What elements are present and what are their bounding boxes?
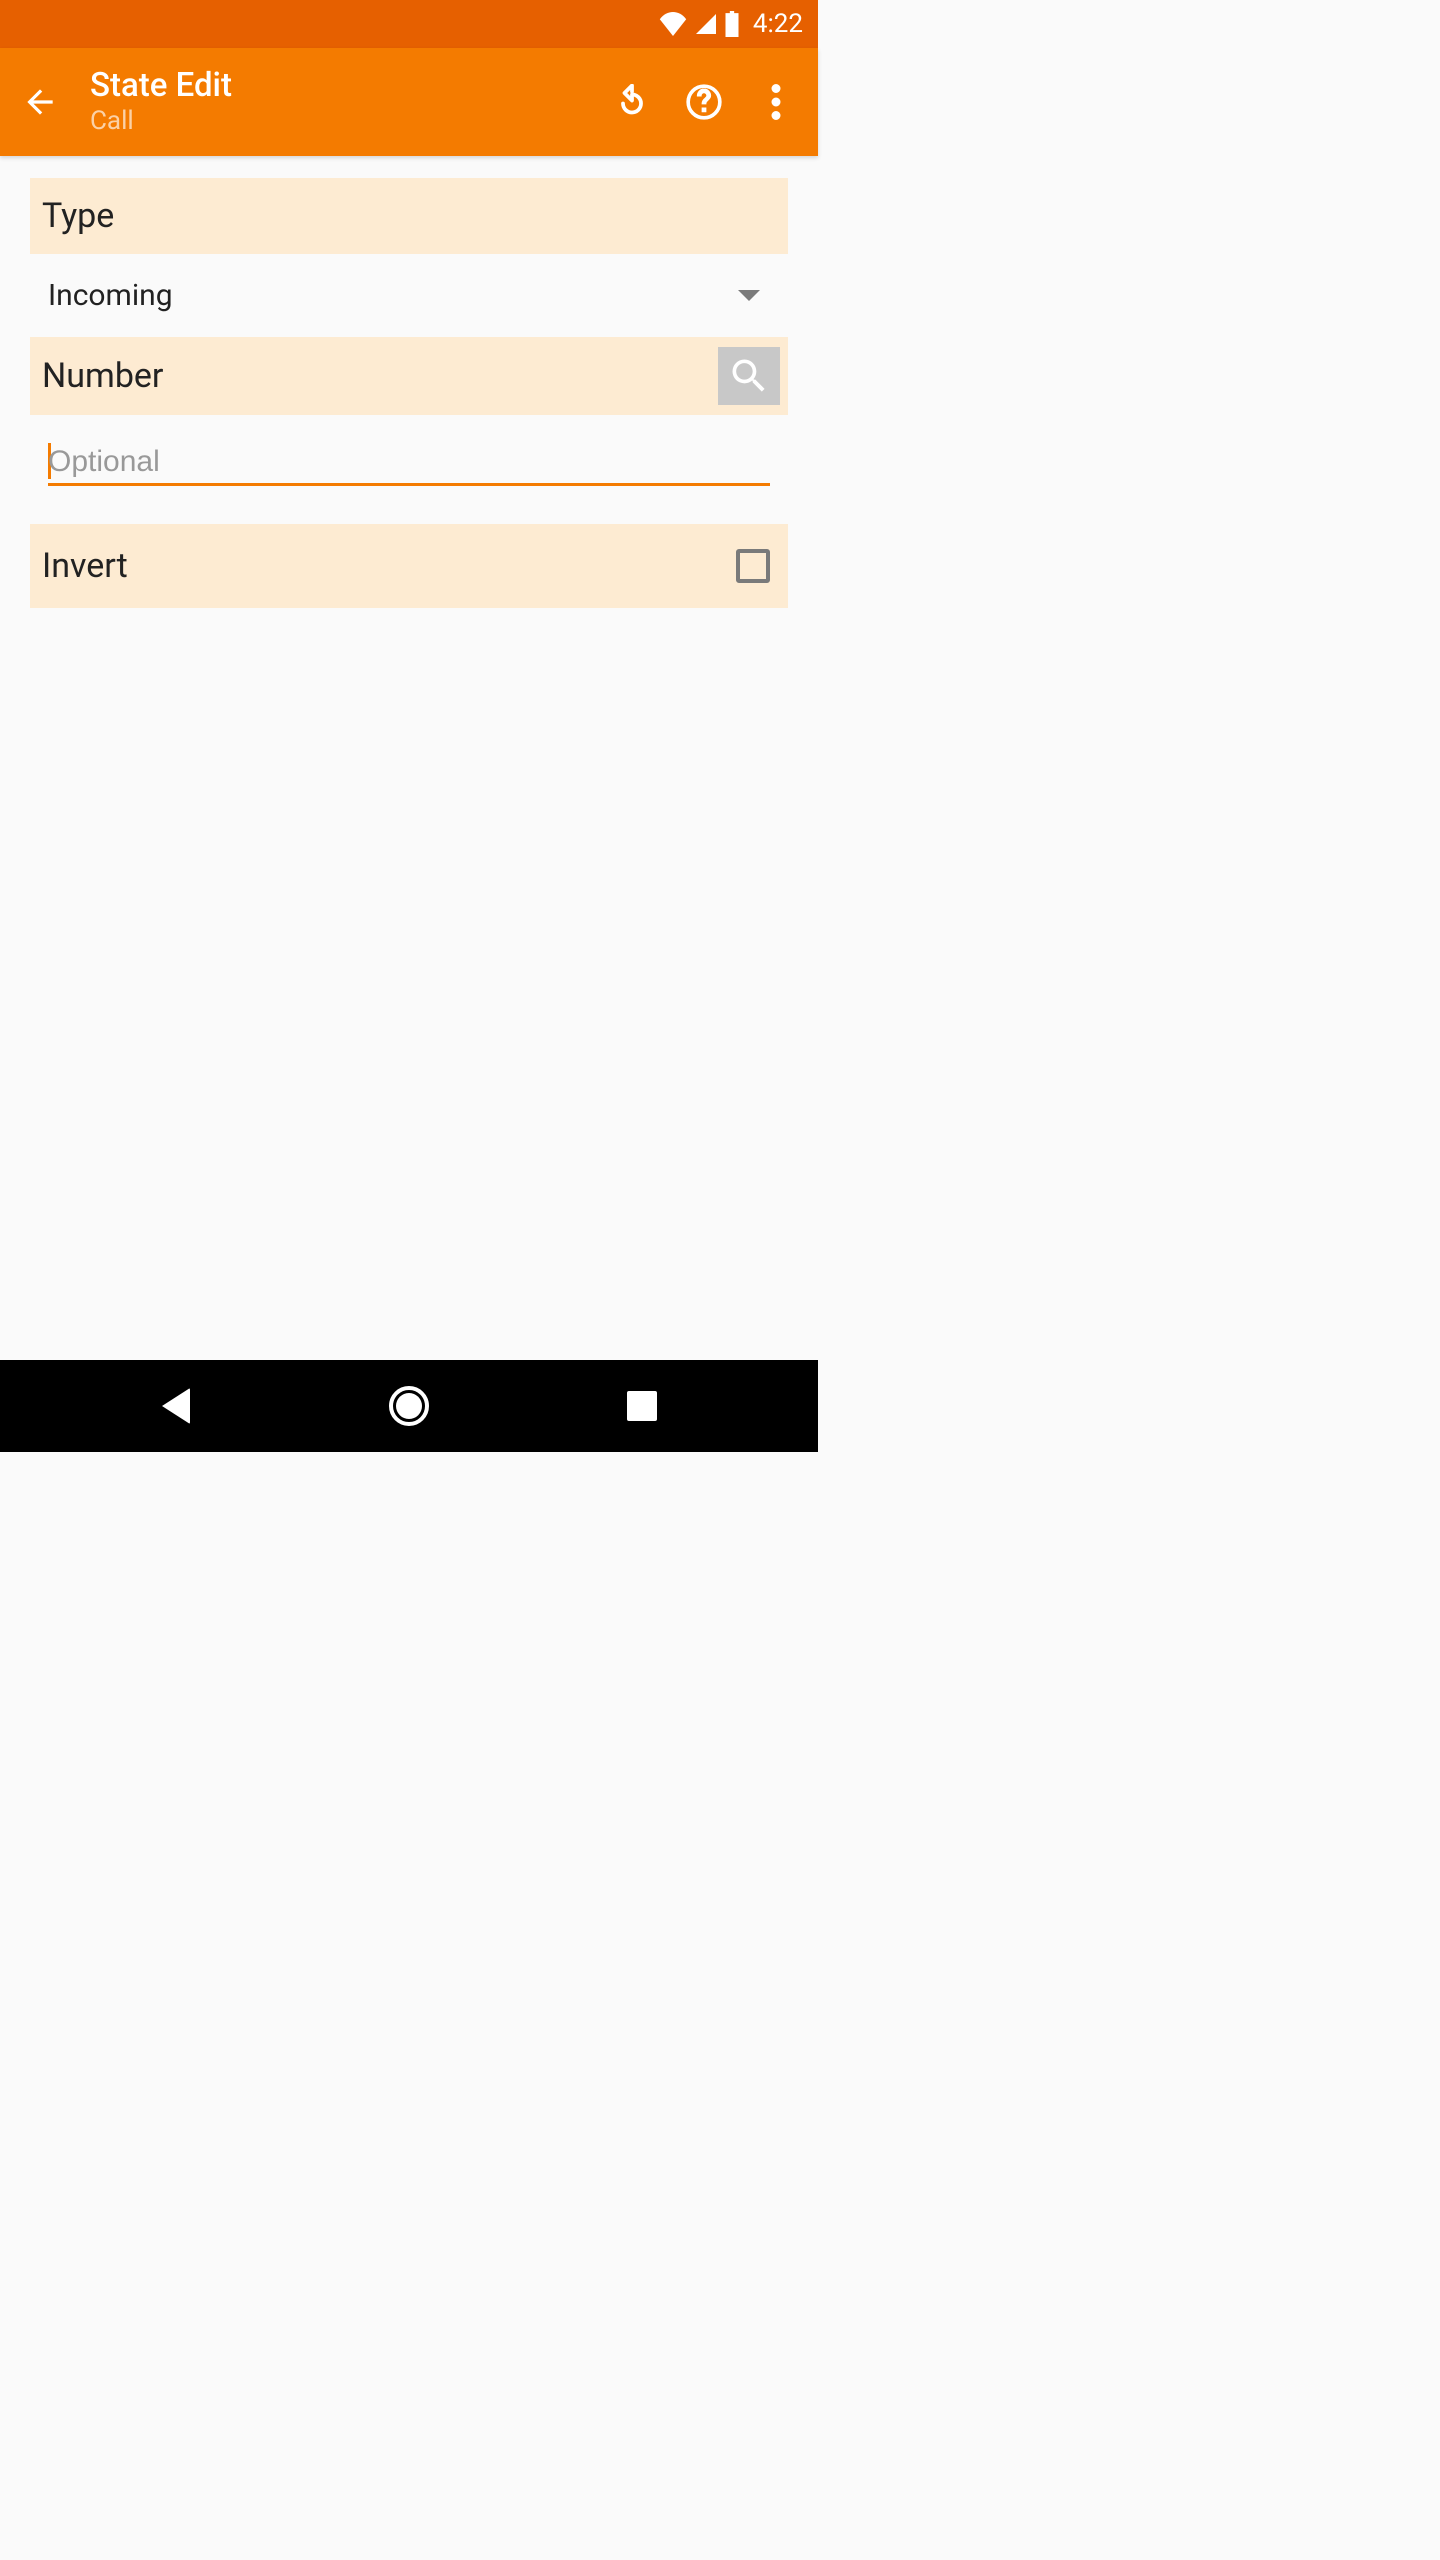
- app-bar: State Edit Call: [0, 48, 818, 156]
- nav-recent-button[interactable]: [612, 1376, 672, 1436]
- arrow-back-icon: [21, 83, 59, 121]
- cell-signal-icon: [693, 12, 719, 36]
- chevron-down-icon: [738, 290, 760, 301]
- number-label: Number: [42, 356, 163, 396]
- help-icon: [685, 83, 723, 121]
- invert-checkbox[interactable]: [736, 549, 770, 583]
- nav-home-button[interactable]: [379, 1376, 439, 1436]
- more-vert-icon: [771, 84, 781, 120]
- type-value: Incoming: [48, 278, 173, 313]
- wifi-icon: [658, 12, 688, 36]
- status-time: 4:22: [753, 9, 803, 39]
- nav-back-button[interactable]: [146, 1376, 206, 1436]
- invert-label: Invert: [42, 546, 128, 586]
- back-button[interactable]: [12, 74, 68, 130]
- status-bar: 4:22: [0, 0, 818, 48]
- number-header: Number: [30, 337, 788, 415]
- circle-home-icon: [389, 1386, 429, 1426]
- search-icon: [727, 354, 771, 398]
- triangle-back-icon: [162, 1388, 190, 1424]
- page-title: State Edit: [90, 67, 610, 105]
- more-button[interactable]: [754, 80, 798, 124]
- type-label: Type: [42, 196, 114, 236]
- undo-icon: [614, 84, 650, 120]
- square-recent-icon: [627, 1391, 657, 1421]
- type-header: Type: [30, 178, 788, 254]
- number-input[interactable]: [48, 439, 770, 486]
- search-button[interactable]: [718, 347, 780, 405]
- type-selector[interactable]: Incoming: [30, 254, 788, 337]
- invert-row[interactable]: Invert: [30, 524, 788, 608]
- page-subtitle: Call: [90, 107, 610, 137]
- toolbar-actions: [610, 80, 798, 124]
- number-input-wrapper: [30, 415, 788, 496]
- reset-button[interactable]: [610, 80, 654, 124]
- content-area: Type Incoming Number Invert: [0, 156, 818, 608]
- help-button[interactable]: [682, 80, 726, 124]
- battery-icon: [724, 11, 740, 37]
- nav-bar: [0, 1360, 818, 1452]
- title-area: State Edit Call: [90, 67, 610, 137]
